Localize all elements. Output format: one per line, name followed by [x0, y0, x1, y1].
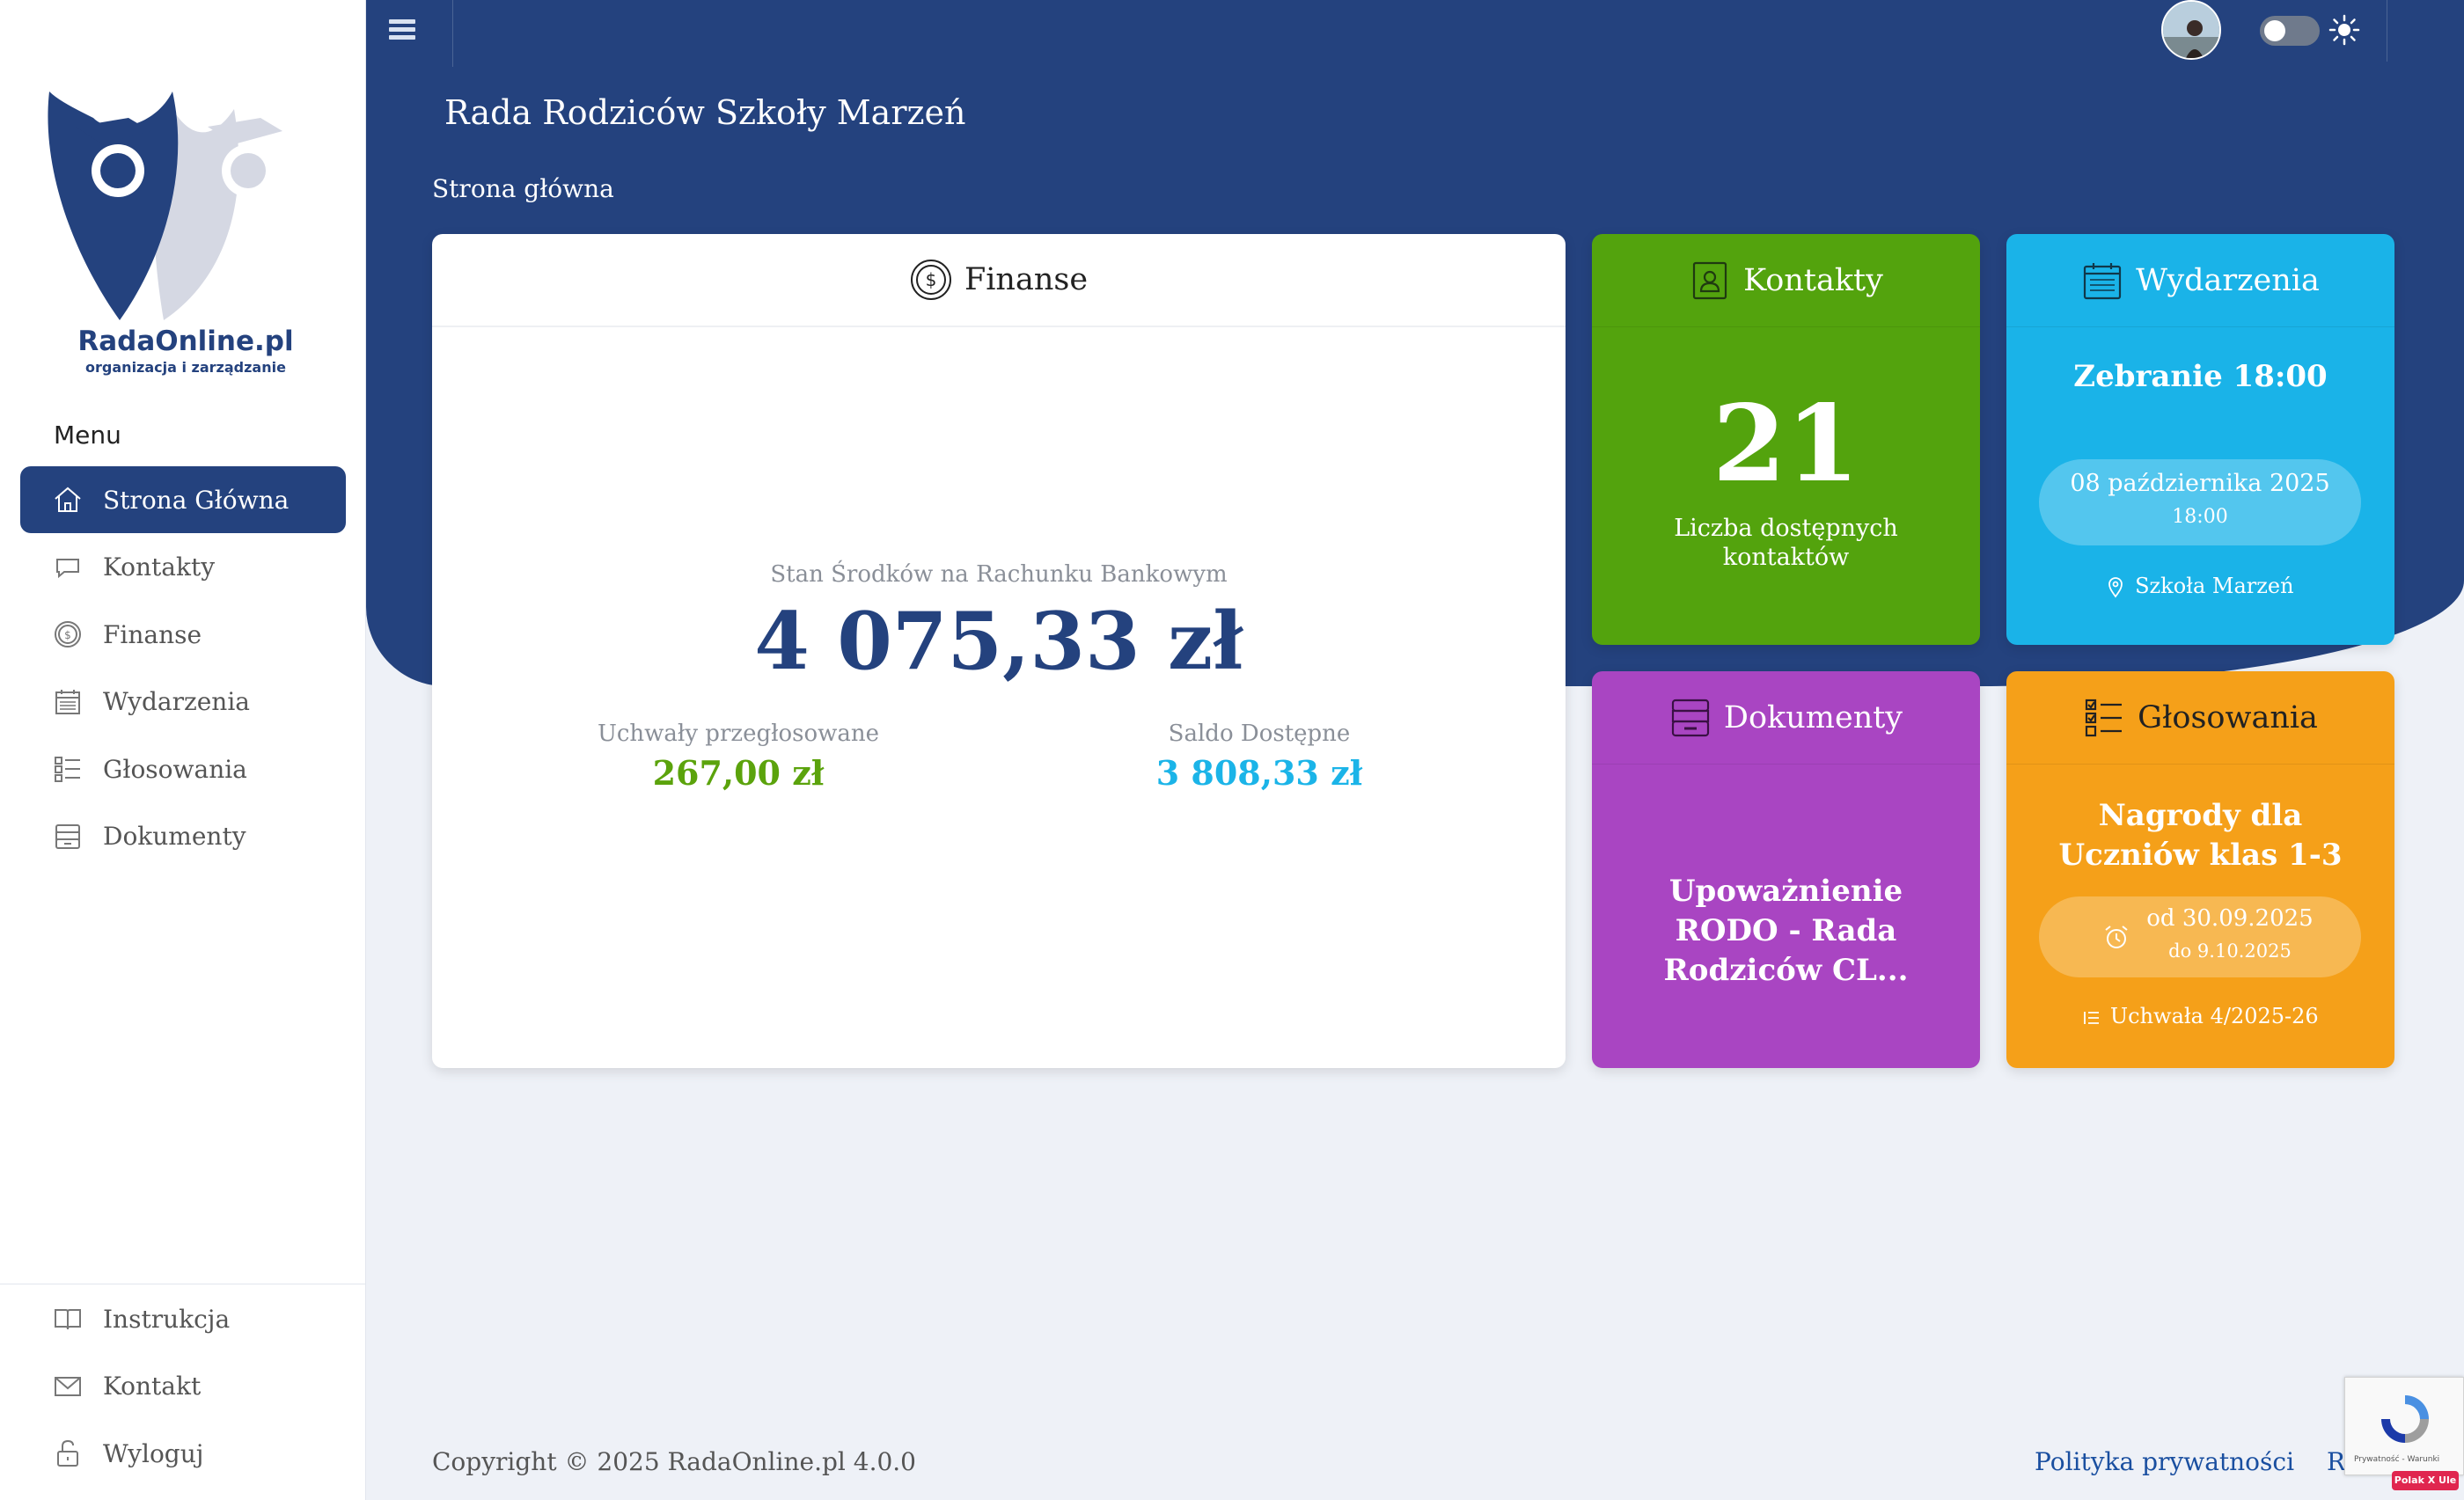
card-header: $ Finanse: [432, 234, 1566, 327]
checklist-icon: [52, 753, 84, 785]
sidebar-item-label: Strona Główna: [103, 485, 290, 515]
sidebar-item-votes[interactable]: Głosowania: [20, 735, 346, 802]
coin-icon: $: [52, 618, 84, 650]
logo[interactable]: RadaOnline.pl organizacja i zarządzanie: [40, 83, 331, 382]
events-card[interactable]: Wydarzenia Zebranie 18:00 08 październik…: [2006, 234, 2394, 645]
sidebar: RadaOnline.pl organizacja i zarządzanie …: [0, 0, 366, 1500]
sidebar-item-label: Kontakt: [103, 1372, 202, 1401]
sidebar-item-finance[interactable]: $ Finanse: [20, 601, 346, 668]
card-title: Dokumenty: [1723, 699, 1903, 735]
sidebar-item-contact[interactable]: Kontakt: [20, 1353, 346, 1420]
sidebar-bottom-menu: Instrukcja Kontakt Wyloguj: [20, 1285, 346, 1488]
card-title: Wydarzenia: [2136, 262, 2320, 298]
breadcrumb[interactable]: Strona główna: [432, 174, 614, 203]
book-icon: [52, 1303, 84, 1335]
vote-resolution: Uchwała 4/2025-26: [2006, 1004, 2394, 1028]
card-header: Głosowania: [2006, 671, 2394, 765]
contacts-count: 21: [1712, 382, 1859, 506]
sidebar-item-home[interactable]: Strona Główna: [20, 466, 346, 533]
sidebar-item-documents[interactable]: Dokumenty: [20, 803, 346, 870]
hamburger-menu-icon[interactable]: [389, 19, 415, 44]
page-title: Rada Rodziców Szkoły Marzeń: [444, 93, 966, 132]
sidebar-item-label: Wydarzenia: [103, 687, 250, 716]
event-location: Szkoła Marzeń: [2006, 574, 2394, 598]
privacy-policy-link[interactable]: Polityka prywatności: [2035, 1447, 2294, 1476]
sidebar-item-events[interactable]: Wydarzenia: [20, 669, 346, 735]
available-label: Saldo Dostępne: [1168, 721, 1351, 747]
card-header: Dokumenty: [1592, 671, 1980, 765]
card-title: Finanse: [964, 262, 1089, 297]
documents-card[interactable]: Dokumenty Upoważnienie RODO - Rada Rodzi…: [1592, 671, 1980, 1068]
vote-to: do 9.10.2025: [2168, 940, 2292, 962]
svg-text:$: $: [64, 629, 71, 641]
coin-icon: $: [910, 260, 951, 300]
sidebar-menu: Strona Główna Kontakty $ Finanse Wydarze…: [20, 466, 346, 870]
vote-from: od 30.09.2025: [2146, 905, 2314, 932]
card-title: Głosowania: [2138, 699, 2318, 735]
calendar-icon: [52, 686, 84, 718]
sidebar-item-manual[interactable]: Instrukcja: [20, 1285, 346, 1352]
sidebar-item-label: Kontakty: [103, 552, 216, 582]
alarm-clock-icon: [2105, 926, 2128, 948]
card-header: Wydarzenia: [2006, 234, 2394, 327]
chat-icon: [52, 552, 84, 583]
event-date: 08 października 2025: [2070, 470, 2330, 497]
checklist-icon: [2085, 699, 2123, 736]
recaptcha-icon: [2381, 1395, 2429, 1443]
contact-card-icon: [1692, 261, 1727, 299]
theme-toggle[interactable]: [2260, 16, 2320, 46]
vote-dates-pill: od 30.09.2025 do 9.10.2025: [2039, 896, 2361, 977]
event-location-text: Szkoła Marzeń: [2135, 574, 2294, 598]
logo-title: RadaOnline.pl: [77, 326, 294, 357]
archive-icon: [1671, 699, 1710, 736]
recaptcha-text: Prywatność - Warunki: [2354, 1455, 2440, 1464]
approved-amount: 267,00 zł: [652, 753, 825, 793]
balance-label: Stan Środków na Rachunku Bankowym: [770, 561, 1228, 588]
card-header: Kontakty: [1592, 234, 1980, 327]
accessibility-badge[interactable]: Polak X Ule: [2392, 1471, 2459, 1490]
card-title: Kontakty: [1743, 262, 1883, 298]
archive-icon: [52, 821, 84, 852]
sun-icon: [2328, 14, 2360, 46]
unlock-icon: [52, 1438, 84, 1469]
user-avatar[interactable]: [2161, 0, 2221, 60]
event-time: 18:00: [2172, 506, 2228, 528]
vote-resolution-text: Uchwała 4/2025-26: [2109, 1004, 2319, 1028]
sidebar-item-label: Głosowania: [103, 754, 247, 784]
topbar-divider: [452, 0, 453, 67]
sidebar-item-label: Wyloguj: [103, 1438, 204, 1468]
calendar-icon: [2084, 262, 2122, 299]
sidebar-item-contacts[interactable]: Kontakty: [20, 534, 346, 601]
vote-name: Nagrody dla Uczniów klas 1-3: [2058, 798, 2343, 873]
sidebar-item-logout[interactable]: Wyloguj: [20, 1420, 346, 1487]
available-amount: 3 808,33 zł: [1155, 753, 1363, 793]
recaptcha-badge[interactable]: Prywatność - Warunki: [2344, 1377, 2464, 1475]
svg-text:$: $: [926, 269, 937, 290]
sidebar-item-label: Finanse: [103, 619, 202, 649]
contacts-count-label: Liczba dostępnych kontaktów: [1674, 515, 1898, 571]
footer-copyright: Copyright © 2025 RadaOnline.pl 4.0.0: [432, 1447, 916, 1476]
event-name: Zebranie 18:00: [2073, 359, 2328, 394]
map-pin-icon: [2108, 576, 2123, 598]
balance-amount: 4 075,33 zł: [754, 595, 1243, 688]
sidebar-item-label: Dokumenty: [103, 822, 246, 851]
document-name[interactable]: Upoważnienie RODO - Rada Rodziców CL...: [1618, 872, 1954, 991]
finance-card[interactable]: $ Finanse Stan Środków na Rachunku Banko…: [432, 234, 1566, 1068]
envelope-icon: [52, 1371, 84, 1402]
event-datetime-pill: 08 października 2025 18:00: [2039, 459, 2361, 545]
home-icon: [52, 484, 84, 516]
contacts-card[interactable]: Kontakty 21 Liczba dostępnych kontaktów: [1592, 234, 1980, 645]
menu-heading: Menu: [54, 421, 121, 450]
votes-card[interactable]: Głosowania Nagrody dla Uczniów klas 1-3 …: [2006, 671, 2394, 1068]
logo-subtitle: organizacja i zarządzanie: [85, 359, 286, 376]
list-icon: [2084, 1011, 2100, 1024]
approved-label: Uchwały przegłosowane: [597, 721, 880, 747]
sidebar-item-label: Instrukcja: [103, 1304, 231, 1334]
